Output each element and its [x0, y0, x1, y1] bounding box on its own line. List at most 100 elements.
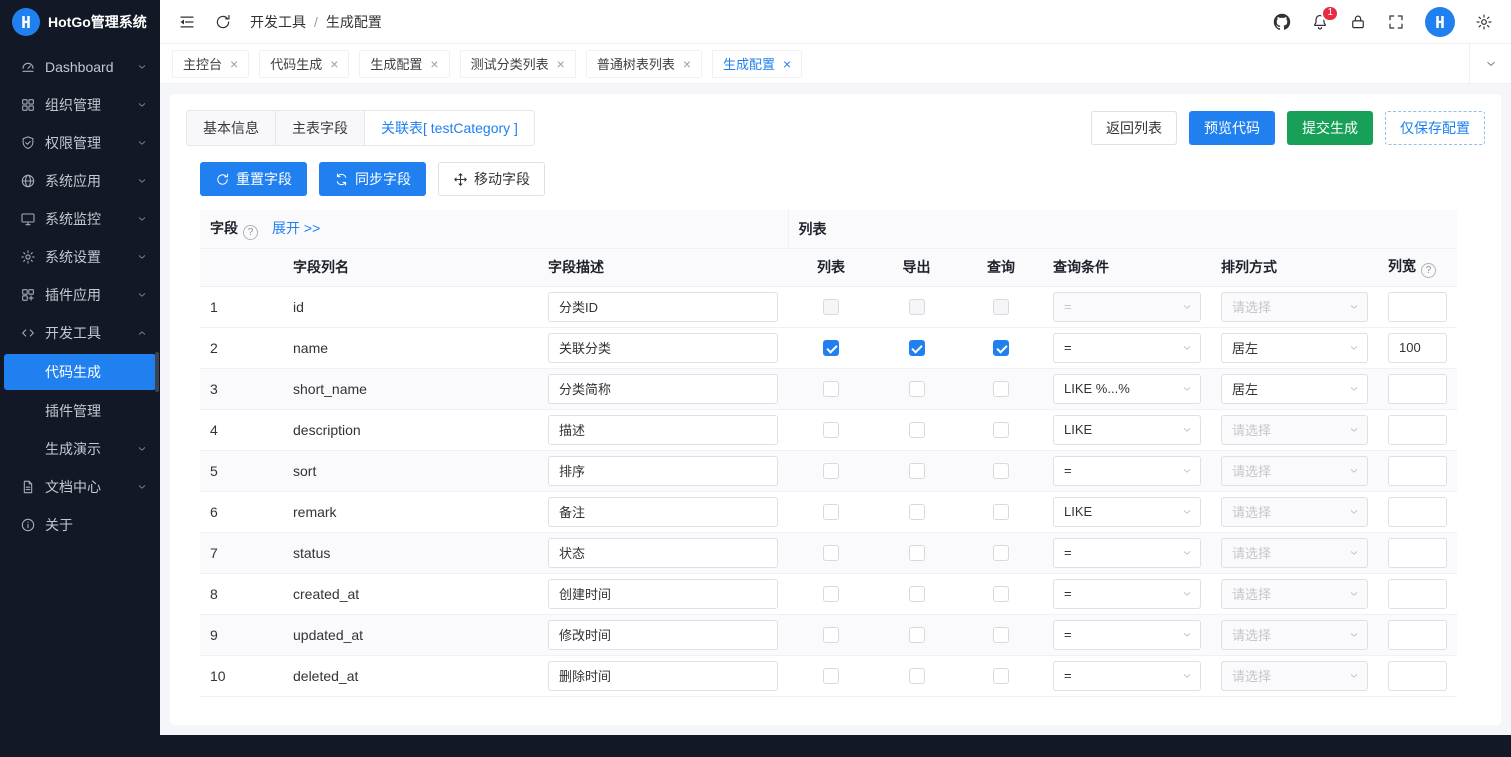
align-select[interactable]: 请选择 [1221, 497, 1368, 527]
field-desc-input[interactable] [548, 620, 778, 650]
column-width-input[interactable] [1388, 620, 1447, 650]
list-checkbox[interactable] [823, 504, 839, 520]
tab-close-icon[interactable]: × [683, 56, 691, 72]
column-width-input[interactable] [1388, 456, 1447, 486]
list-checkbox[interactable] [823, 668, 839, 684]
query-condition-select[interactable]: LIKE %...% [1053, 374, 1201, 404]
sidebar-item-org[interactable]: 组织管理 [0, 86, 160, 124]
sidebar-item-gen-demo[interactable]: 生成演示 [0, 430, 160, 468]
align-select[interactable]: 居左 [1221, 333, 1368, 363]
align-select[interactable]: 请选择 [1221, 620, 1368, 650]
field-desc-input[interactable] [548, 579, 778, 609]
back-to-list-button[interactable]: 返回列表 [1091, 111, 1177, 145]
column-width-input[interactable] [1388, 538, 1447, 568]
breadcrumb-current[interactable]: 生成配置 [326, 12, 382, 32]
field-desc-input[interactable] [548, 415, 778, 445]
column-width-input[interactable] [1388, 292, 1447, 322]
sidebar-scrollbar[interactable] [155, 352, 159, 392]
export-checkbox[interactable] [909, 627, 925, 643]
field-desc-input[interactable] [548, 497, 778, 527]
align-select[interactable]: 请选择 [1221, 415, 1368, 445]
sidebar-item-about[interactable]: 关于 [0, 506, 160, 544]
export-checkbox[interactable] [909, 422, 925, 438]
list-checkbox[interactable] [823, 422, 839, 438]
export-checkbox[interactable] [909, 545, 925, 561]
query-checkbox[interactable] [993, 381, 1009, 397]
tab-close-icon[interactable]: × [430, 56, 438, 72]
query-condition-select[interactable]: = [1053, 292, 1201, 322]
export-checkbox[interactable] [909, 381, 925, 397]
tab-relation-table[interactable]: 关联表[ testCategory ] [364, 110, 535, 146]
list-checkbox[interactable] [823, 545, 839, 561]
query-checkbox[interactable] [993, 422, 1009, 438]
tab-close-icon[interactable]: × [230, 56, 238, 72]
sidebar-item-settings[interactable]: 系统设置 [0, 238, 160, 276]
sidebar-item-monitor[interactable]: 系统监控 [0, 200, 160, 238]
list-checkbox[interactable] [823, 586, 839, 602]
tabs-dropdown-button[interactable] [1469, 44, 1511, 83]
sidebar-item-plugin-manage[interactable]: 插件管理 [0, 392, 160, 430]
fullscreen-icon[interactable] [1387, 13, 1405, 31]
sidebar-item-docs[interactable]: 文档中心 [0, 468, 160, 506]
tabbar-tab-0[interactable]: 主控台× [172, 50, 249, 78]
sidebar-item-auth[interactable]: 权限管理 [0, 124, 160, 162]
export-checkbox[interactable] [909, 340, 925, 356]
column-width-input[interactable] [1388, 661, 1447, 691]
query-condition-select[interactable]: = [1053, 661, 1201, 691]
help-icon[interactable]: ? [1421, 263, 1436, 278]
user-avatar[interactable] [1425, 7, 1455, 37]
tabbar-tab-3[interactable]: 测试分类列表× [460, 50, 576, 78]
list-checkbox[interactable] [823, 381, 839, 397]
submit-generate-button[interactable]: 提交生成 [1287, 111, 1373, 145]
export-checkbox[interactable] [909, 299, 925, 315]
query-checkbox[interactable] [993, 504, 1009, 520]
align-select[interactable]: 请选择 [1221, 579, 1368, 609]
help-icon[interactable]: ? [243, 225, 258, 240]
list-checkbox[interactable] [823, 299, 839, 315]
notifications-button[interactable]: 1 [1311, 13, 1329, 31]
column-width-input[interactable] [1388, 333, 1447, 363]
expand-fields-link[interactable]: 展开 >> [272, 220, 320, 236]
list-checkbox[interactable] [823, 340, 839, 356]
tab-basic[interactable]: 基本信息 [186, 110, 276, 146]
github-icon[interactable] [1273, 13, 1291, 31]
field-desc-input[interactable] [548, 333, 778, 363]
refresh-page-icon[interactable] [214, 13, 232, 31]
tab-close-icon[interactable]: × [783, 56, 791, 72]
field-desc-input[interactable] [548, 374, 778, 404]
export-checkbox[interactable] [909, 504, 925, 520]
save-config-only-button[interactable]: 仅保存配置 [1385, 111, 1485, 145]
lock-screen-icon[interactable] [1349, 13, 1367, 31]
sync-fields-button[interactable]: 同步字段 [319, 162, 426, 196]
export-checkbox[interactable] [909, 586, 925, 602]
query-checkbox[interactable] [993, 586, 1009, 602]
query-checkbox[interactable] [993, 299, 1009, 315]
sidebar-item-dashboard[interactable]: Dashboard [0, 48, 160, 86]
export-checkbox[interactable] [909, 668, 925, 684]
field-desc-input[interactable] [548, 292, 778, 322]
query-condition-select[interactable]: LIKE [1053, 497, 1201, 527]
collapse-menu-icon[interactable] [178, 13, 196, 31]
tabbar-tab-2[interactable]: 生成配置× [359, 50, 449, 78]
query-condition-select[interactable]: = [1053, 333, 1201, 363]
field-desc-input[interactable] [548, 661, 778, 691]
tabbar-tab-1[interactable]: 代码生成× [259, 50, 349, 78]
query-condition-select[interactable]: = [1053, 456, 1201, 486]
query-checkbox[interactable] [993, 340, 1009, 356]
query-condition-select[interactable]: = [1053, 620, 1201, 650]
breadcrumb-parent[interactable]: 开发工具 [250, 12, 306, 32]
settings-gear-icon[interactable] [1475, 13, 1493, 31]
align-select[interactable]: 请选择 [1221, 456, 1368, 486]
sidebar-item-devtools[interactable]: 开发工具 [0, 314, 160, 352]
tab-main-fields[interactable]: 主表字段 [275, 110, 365, 146]
sidebar-item-apps[interactable]: 系统应用 [0, 162, 160, 200]
sidebar-item-codegen[interactable]: 代码生成 [4, 354, 156, 390]
tab-close-icon[interactable]: × [557, 56, 565, 72]
app-logo[interactable]: HotGo管理系统 [0, 0, 160, 44]
export-checkbox[interactable] [909, 463, 925, 479]
column-width-input[interactable] [1388, 374, 1447, 404]
query-condition-select[interactable]: LIKE [1053, 415, 1201, 445]
list-checkbox[interactable] [823, 627, 839, 643]
align-select[interactable]: 请选择 [1221, 538, 1368, 568]
column-width-input[interactable] [1388, 579, 1447, 609]
